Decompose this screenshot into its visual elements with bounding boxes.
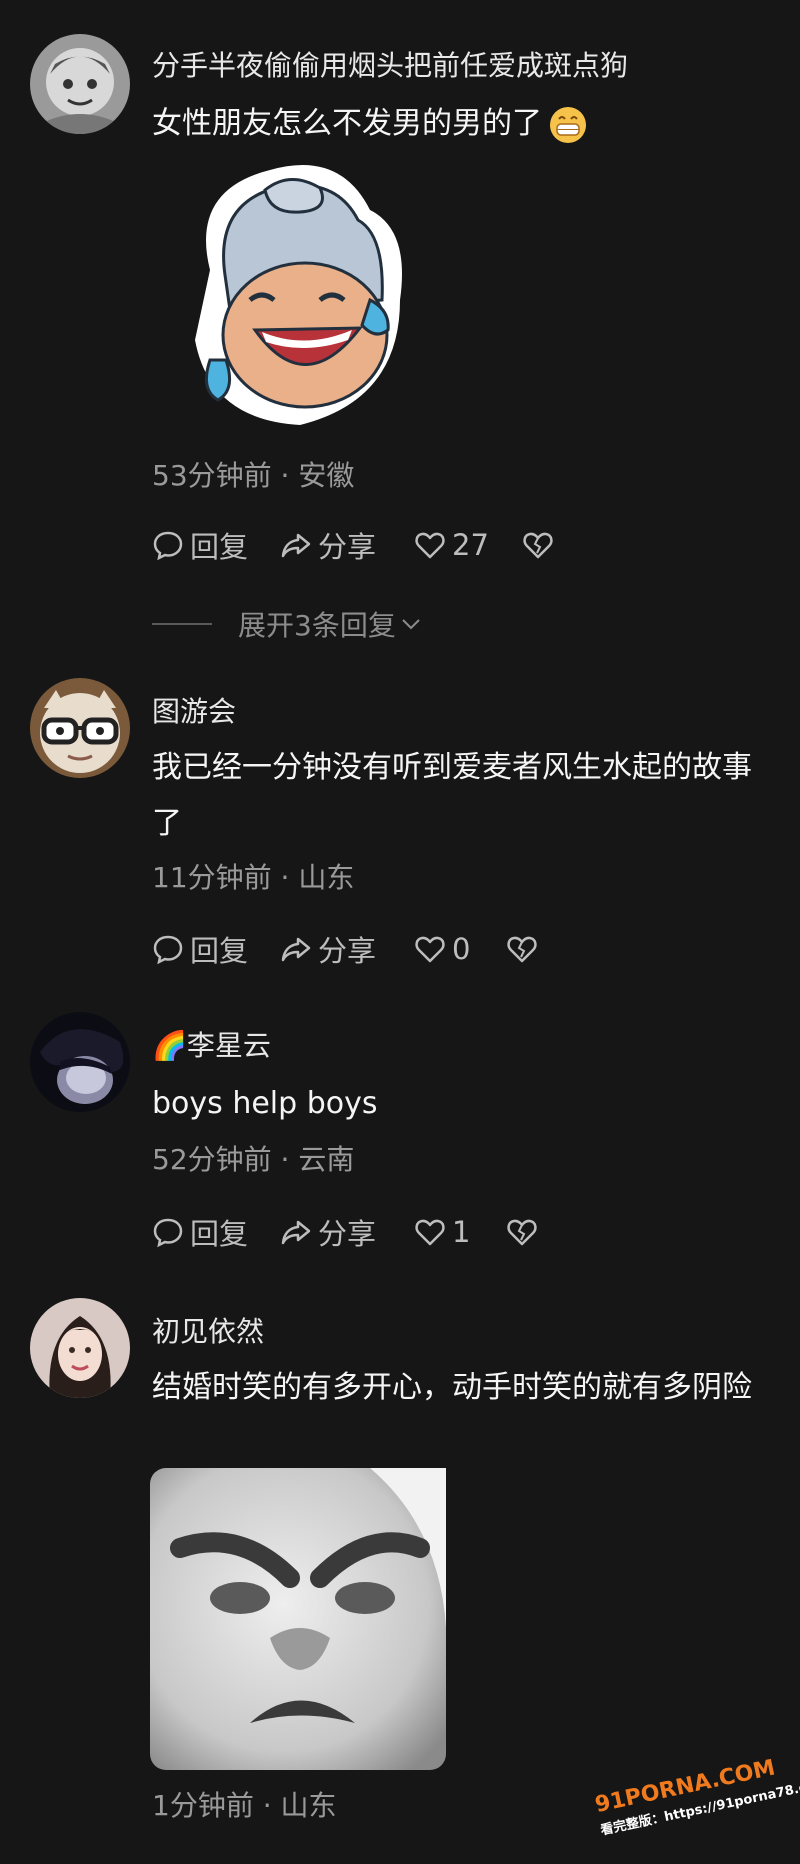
like-count: 27 [452,528,489,562]
avatar[interactable] [30,1298,130,1398]
heart-icon [415,532,445,559]
share-arrow-icon [281,1220,311,1245]
reply-bubble-icon [153,531,183,561]
share-arrow-icon [281,533,311,558]
angry-face-sticker[interactable] [150,1468,446,1770]
username[interactable]: 初见依然 [152,1310,264,1350]
broken-heart-icon [523,532,553,559]
comment-meta: 1分钟前 · 山东 [152,1789,337,1822]
username[interactable]: 🌈李星云 [152,1024,271,1064]
username[interactable]: 分手半夜偷偷用烟头把前任爱成斑点狗 [152,44,628,84]
comment-actions: 回复 分享 1 [152,1212,546,1252]
like-button[interactable]: 27 [414,528,522,562]
reply-button[interactable]: 回复 [152,1211,280,1253]
share-button[interactable]: 分享 [280,928,414,970]
share-arrow-icon [281,937,311,962]
reply-bubble-icon [153,935,183,965]
like-count: 0 [452,932,471,966]
dislike-button[interactable] [506,1216,546,1248]
chevron-down-icon [402,619,420,630]
avatar[interactable] [30,1012,130,1112]
comment-text-value: 女性朋友怎么不发男的男的了 [152,106,542,141]
reply-label: 回复 [190,1217,249,1251]
share-button[interactable]: 分享 [280,524,414,566]
expand-replies-button[interactable]: 展开3条回复 [152,604,422,644]
comment-meta: 53分钟前 · 安徽 [152,459,355,492]
share-label: 分享 [318,1217,377,1251]
reply-button[interactable]: 回复 [152,524,280,566]
comment-text: 女性朋友怎么不发男的男的了 [152,96,772,152]
username[interactable]: 图游会 [152,690,236,730]
broken-heart-icon [507,1219,537,1246]
heart-icon [415,936,445,963]
reply-label: 回复 [190,934,249,968]
share-button[interactable]: 分享 [280,1211,414,1253]
like-button[interactable]: 1 [414,1215,506,1249]
watermark: 91PORNA.COM 看完整版：https://91porna78.com [593,1752,800,1862]
share-label: 分享 [318,530,377,564]
avatar[interactable] [30,34,130,134]
avatar[interactable] [30,678,130,778]
broken-heart-icon [507,936,537,963]
reply-label: 回复 [190,530,249,564]
reply-button[interactable]: 回复 [152,928,280,970]
comment-text: 我已经一分钟没有听到爱麦者风生水起的故事了 [152,750,752,841]
comment-text: boys help boys [152,1086,378,1121]
divider-line [152,623,212,625]
like-count: 1 [452,1215,471,1249]
comment-meta: 11分钟前 · 山东 [152,861,355,894]
like-button[interactable]: 0 [414,932,506,966]
laughing-crying-sticker[interactable] [170,150,430,440]
grin-emoji-icon [548,105,588,145]
comment-text: 结婚时笑的有多开心，动手时笑的就有多阴险 [152,1370,752,1405]
reply-bubble-icon [153,1218,183,1248]
heart-icon [415,1219,445,1246]
dislike-button[interactable] [506,933,546,965]
comment-actions: 回复 分享 0 [152,929,546,969]
dislike-button[interactable] [522,529,562,561]
expand-label: 展开3条回复 [238,609,396,642]
comment-actions: 回复 分享 27 [152,525,562,565]
comment-meta: 52分钟前 · 云南 [152,1143,355,1176]
share-label: 分享 [318,934,377,968]
